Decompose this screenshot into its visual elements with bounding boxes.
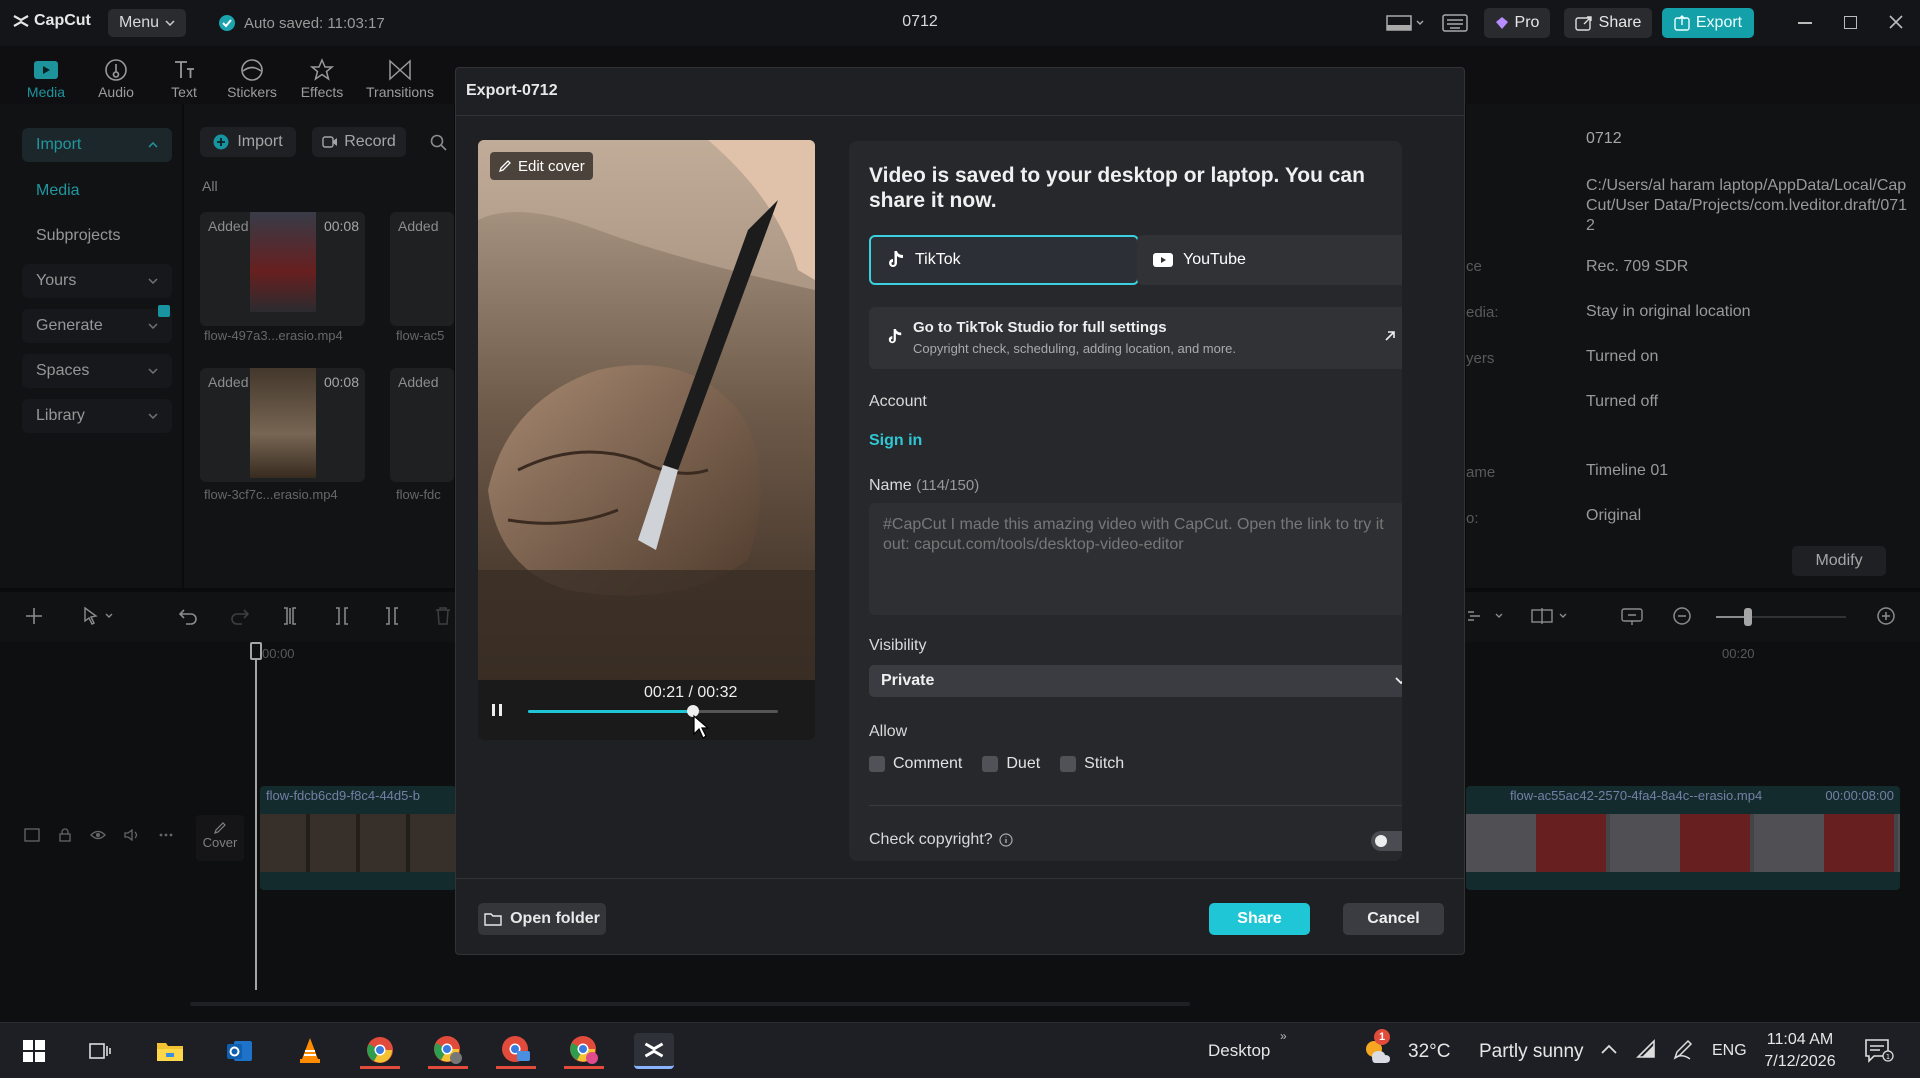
check-copyright-label: Check copyright? [869, 831, 1013, 849]
open-folder-button[interactable]: Open folder [478, 903, 606, 935]
chevron-right-double-icon[interactable]: » [1280, 1029, 1287, 1043]
clock-date: 7/12/2026 [1764, 1053, 1836, 1070]
file-explorer-icon[interactable] [150, 1033, 190, 1069]
name-char-count: (114/150) [916, 477, 980, 494]
minimize-icon[interactable] [1798, 22, 1812, 24]
edit-cover-button[interactable]: Edit cover [490, 152, 593, 180]
weather-temp[interactable]: 32°C [1408, 1041, 1450, 1063]
visibility-select[interactable]: Private [869, 665, 1402, 697]
sign-in-link[interactable]: Sign in [869, 432, 922, 450]
export-dialog: Export-0712 Edit cover 00:21 / 00:32 Vid… [455, 67, 1465, 955]
share-button[interactable]: Share [1209, 903, 1310, 935]
name-input[interactable]: #CapCut I made this amazing video with C… [869, 503, 1402, 615]
mouse-cursor [692, 714, 710, 740]
project-title: 0712 [902, 13, 938, 30]
tiktok-icon [889, 251, 903, 267]
maximize-icon[interactable] [1844, 16, 1857, 29]
pause-icon[interactable] [490, 702, 504, 718]
seek-bar-fill [528, 710, 693, 713]
task-view-icon[interactable] [80, 1033, 120, 1069]
edit-pencil-icon [498, 160, 511, 173]
dialog-title: Export-0712 [466, 82, 558, 99]
title-bar: CapCut Menu Auto saved: 11:03:17 0712 Pr… [0, 0, 1920, 46]
outlook-icon[interactable] [220, 1033, 260, 1069]
name-label: Name (114/150) [869, 477, 980, 494]
capcut-taskbar-icon[interactable] [634, 1033, 674, 1069]
layout-icon[interactable] [1386, 14, 1426, 32]
chrome-icon[interactable] [360, 1033, 400, 1069]
input-language[interactable]: ENG [1712, 1042, 1747, 1060]
studio-title: Go to TikTok Studio for full settings [913, 319, 1167, 336]
chevron-down-icon [1395, 677, 1402, 685]
chrome-profile-2-icon[interactable] [564, 1033, 604, 1069]
close-icon[interactable] [1888, 14, 1904, 30]
allow-label: Allow [869, 723, 908, 740]
capcut-logo: CapCut [12, 12, 91, 30]
chevron-down-icon [165, 20, 175, 26]
weather-description[interactable]: Partly sunny [1479, 1041, 1584, 1063]
comment-checkbox[interactable]: Comment [869, 755, 962, 773]
stitch-checkbox[interactable]: Stitch [1060, 755, 1124, 773]
account-label: Account [869, 393, 927, 410]
vlc-icon[interactable] [290, 1033, 330, 1069]
platform-youtube[interactable]: YouTube [1137, 235, 1402, 285]
wifi-icon[interactable] [1634, 1039, 1656, 1059]
chrome-profile-icon[interactable] [428, 1033, 468, 1069]
info-icon [999, 833, 1013, 847]
platform-tiktok[interactable]: TikTok [869, 235, 1139, 285]
allow-options: Comment Duet Stitch [869, 755, 1124, 773]
export-icon [1674, 15, 1690, 31]
pen-icon[interactable] [1672, 1037, 1694, 1061]
capcut-logo-icon [13, 15, 29, 27]
tiktok-studio-link[interactable]: Go to TikTok Studio for full settings Co… [869, 307, 1402, 369]
share-heading: Video is saved to your desktop or laptop… [869, 164, 1365, 213]
share-icon [1574, 16, 1592, 31]
tiktok-icon [887, 327, 903, 347]
share-button-top[interactable]: Share [1564, 8, 1652, 38]
studio-subtitle: Copyright check, scheduling, adding loca… [913, 341, 1237, 356]
chevron-up-icon[interactable] [1600, 1043, 1618, 1055]
desktop-toolbar-label[interactable]: Desktop [1208, 1041, 1270, 1061]
remote-desktop-icon[interactable] [496, 1033, 536, 1069]
notifications-icon[interactable]: 1 [1864, 1037, 1894, 1063]
check-circle-icon [219, 15, 235, 31]
svg-text:1: 1 [1886, 1053, 1890, 1061]
toggle-knob [1375, 835, 1387, 847]
external-link-icon [1383, 329, 1397, 343]
seek-bar[interactable] [528, 705, 778, 717]
preview-image [478, 140, 815, 740]
windows-taskbar: Desktop » 1 32°C Partly sunny ENG 11:04 … [0, 1022, 1920, 1078]
clock-time: 11:04 AM [1766, 1031, 1834, 1048]
playback-bar: 00:21 / 00:32 [478, 680, 815, 740]
weather-alert-badge: 1 [1374, 1029, 1390, 1045]
menu-button[interactable]: Menu [108, 9, 186, 37]
folder-icon [484, 913, 502, 926]
windows-start-icon[interactable] [14, 1033, 54, 1069]
pro-button[interactable]: Pro [1484, 8, 1550, 38]
playback-time: 00:21 / 00:32 [644, 684, 738, 701]
share-panel: Video is saved to your desktop or laptop… [849, 141, 1402, 861]
system-clock[interactable]: 11:04 AM 7/12/2026 [1762, 1029, 1838, 1073]
export-button-top[interactable]: Export [1662, 8, 1754, 38]
divider [456, 878, 1464, 879]
duet-checkbox[interactable]: Duet [982, 755, 1040, 773]
divider [869, 805, 1402, 806]
cancel-button[interactable]: Cancel [1343, 903, 1444, 935]
youtube-icon [1153, 253, 1173, 267]
divider [456, 115, 1464, 116]
shortcuts-icon[interactable] [1442, 14, 1468, 32]
autosave-status: Auto saved: 11:03:17 [218, 14, 385, 32]
copyright-toggle[interactable] [1371, 831, 1402, 851]
diamond-icon [1495, 17, 1508, 29]
video-preview[interactable]: Edit cover 00:21 / 00:32 [478, 140, 815, 740]
visibility-label: Visibility [869, 637, 927, 654]
